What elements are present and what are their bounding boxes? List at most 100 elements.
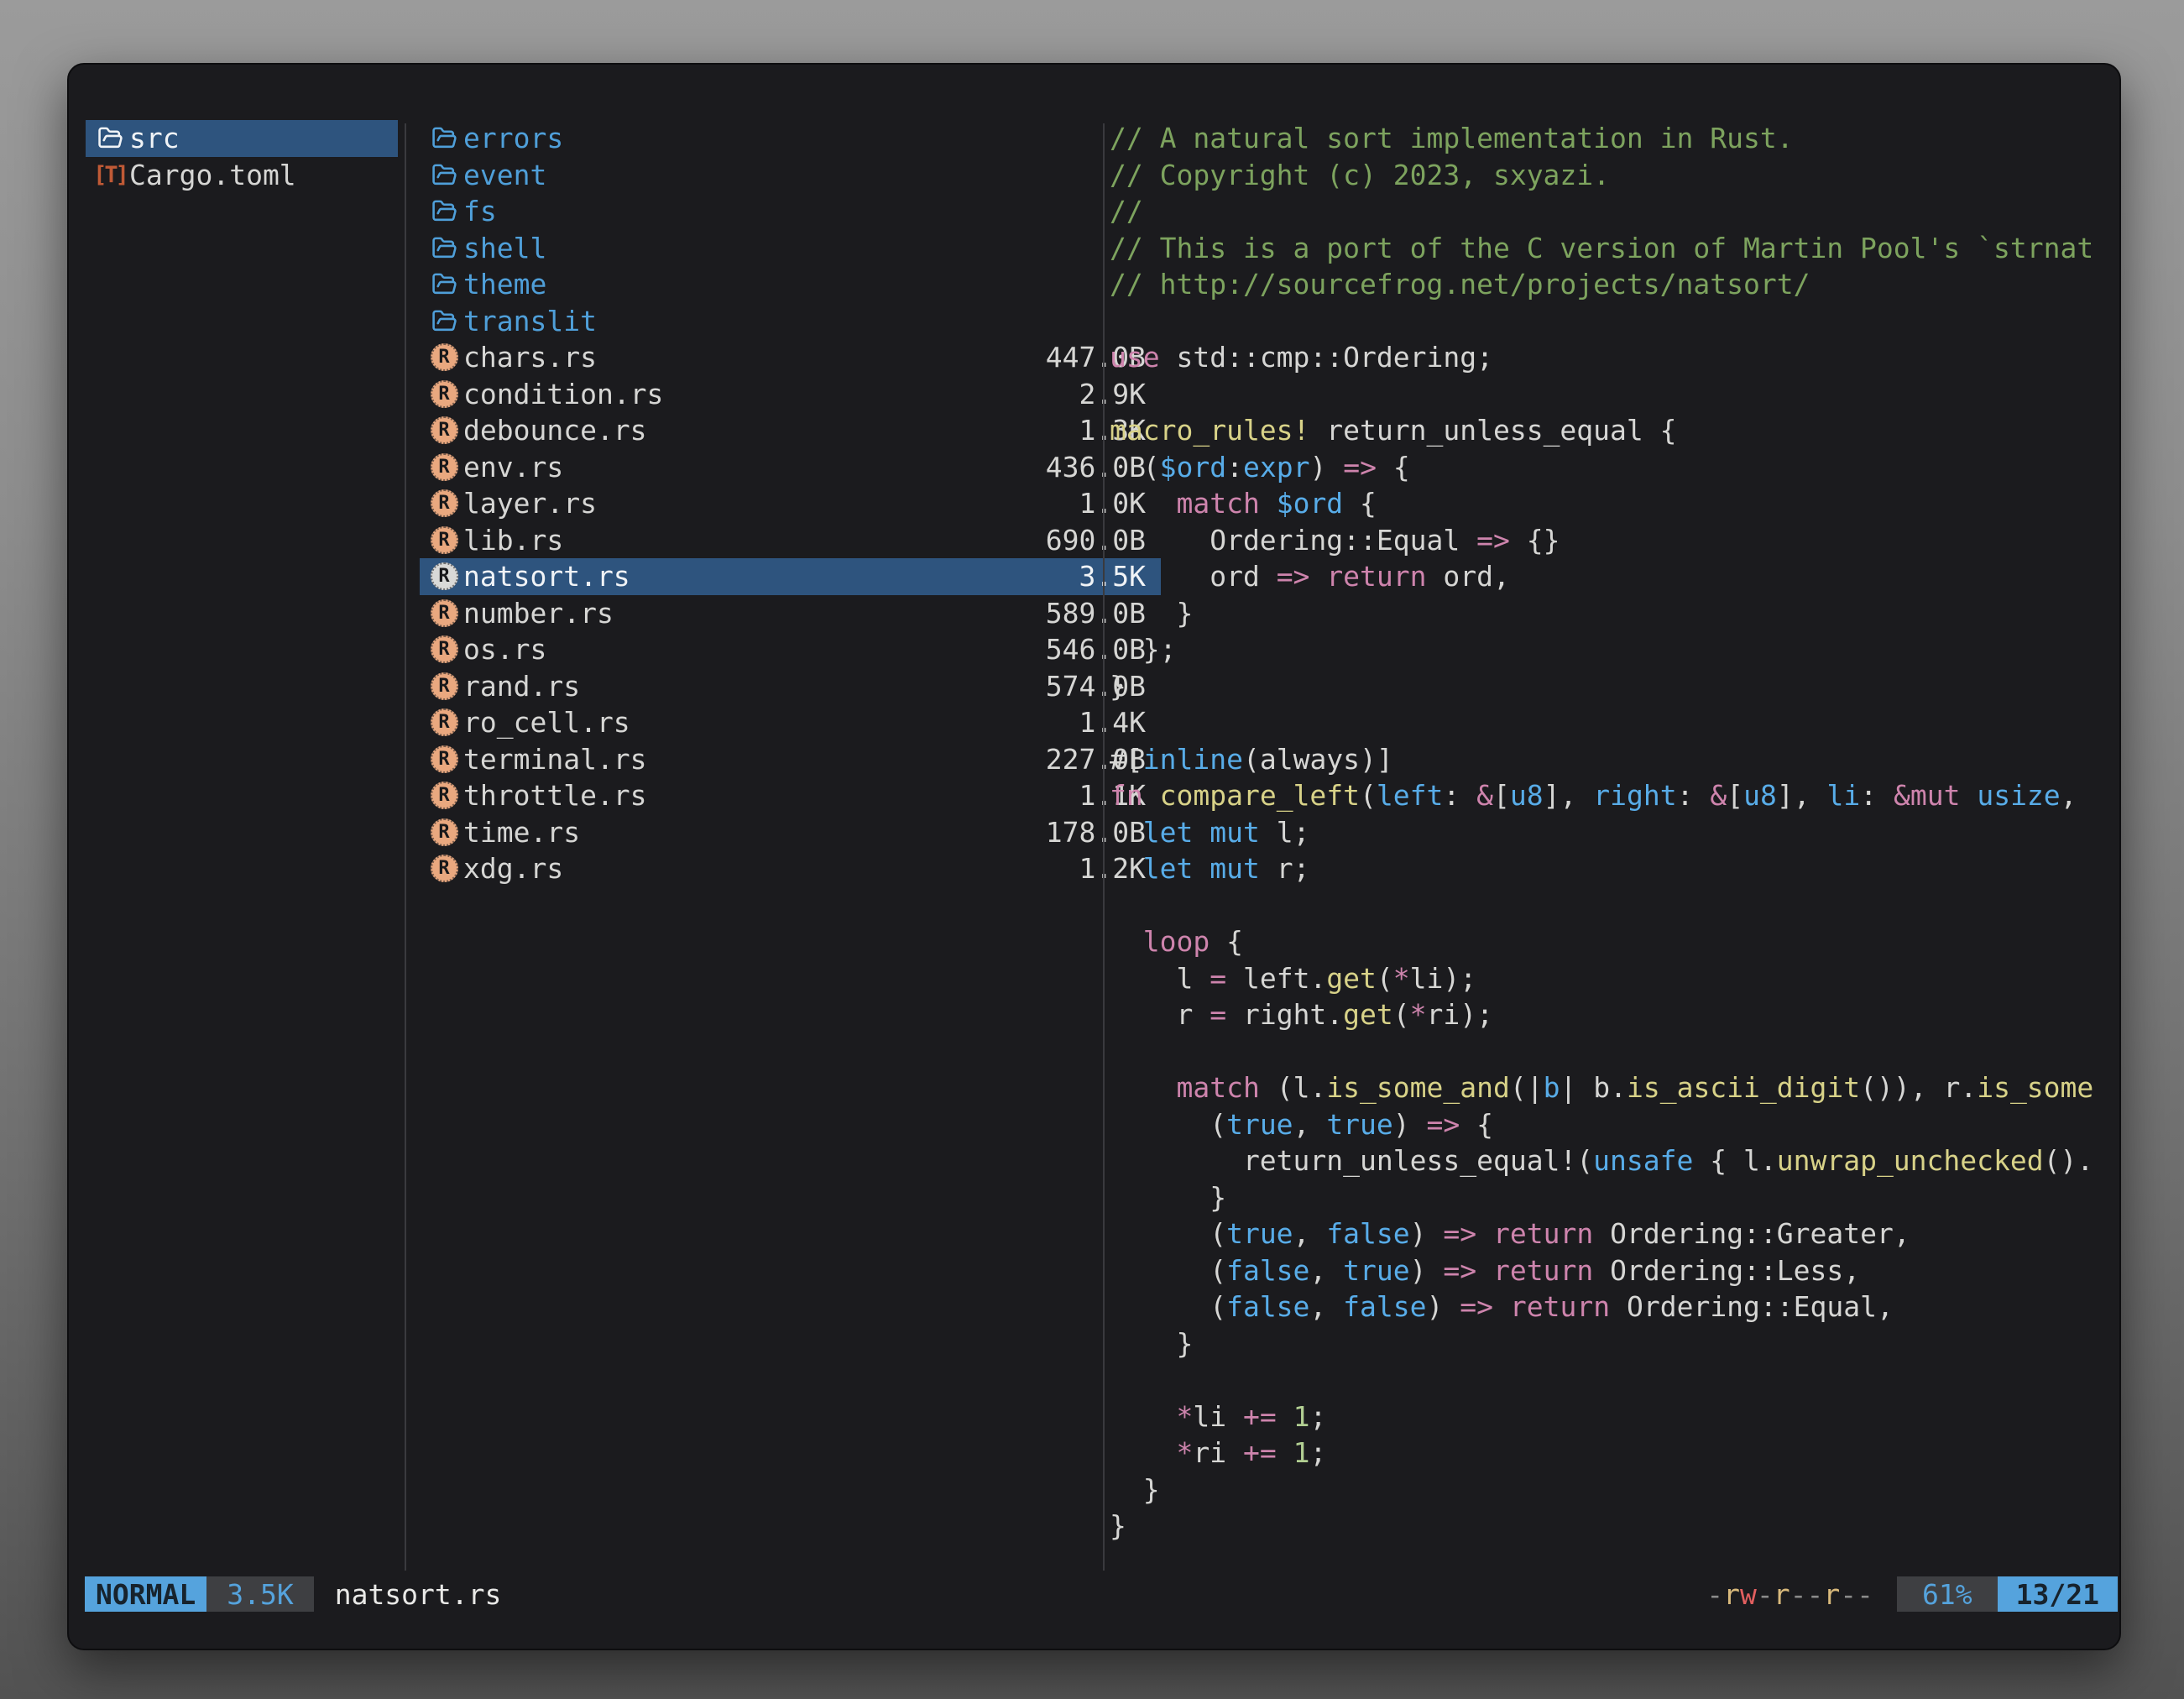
rust-file-icon: R (425, 672, 463, 700)
code-line: use std::cmp::Ordering; (1110, 339, 2105, 376)
file-name: xdg.rs (463, 852, 563, 885)
preview-percent-badge: 61% (1897, 1576, 1998, 1612)
file-row[interactable]: Ros.rs546.0B (420, 631, 1161, 668)
file-name: chars.rs (463, 341, 597, 374)
code-line: // A natural sort implementation in Rust… (1110, 120, 2105, 157)
code-line: Ordering::Equal => {} (1110, 522, 2105, 559)
folder-icon (425, 308, 463, 334)
rust-file-icon: R (425, 745, 463, 773)
file-name: layer.rs (463, 487, 597, 520)
terminal-window: src[T]Cargo.toml errorseventfs shell theme… (67, 63, 2121, 1650)
file-name: theme (463, 268, 546, 301)
rust-file-icon: R (425, 818, 463, 846)
file-row[interactable]: Rchars.rs447.0B (420, 339, 1161, 376)
toml-file-icon: [T] (91, 162, 129, 188)
file-row[interactable]: Rdebounce.rs1.3K (420, 412, 1161, 449)
file-row[interactable]: Renv.rs436.0B (420, 449, 1161, 486)
code-line: #[inline(always)] (1110, 741, 2105, 778)
code-line: // (1110, 193, 2105, 230)
panel-separator (1103, 123, 1105, 1571)
code-line (1110, 704, 2105, 741)
dir-row[interactable]: src (86, 120, 398, 157)
file-row[interactable]: Rlib.rs690.0B (420, 522, 1161, 559)
code-line: ord => return ord, (1110, 558, 2105, 595)
code-line (1110, 887, 2105, 924)
code-line: match (l.is_some_and(|b| b.is_ascii_digi… (1110, 1069, 2105, 1106)
file-preview-panel[interactable]: // A natural sort implementation in Rust… (1110, 120, 2105, 1552)
code-line (1110, 376, 2105, 413)
file-name: Cargo.toml (129, 159, 296, 191)
code-line: } (1110, 1472, 2105, 1508)
rust-file-icon: R (425, 782, 463, 809)
file-name: translit (463, 305, 597, 337)
code-line: macro_rules! return_unless_equal { (1110, 412, 2105, 449)
mode-badge: NORMAL (85, 1576, 206, 1612)
file-name: os.rs (463, 633, 546, 666)
code-line: return_unless_equal!(unsafe { l.unwrap_u… (1110, 1142, 2105, 1179)
rust-file-icon: R (425, 855, 463, 882)
code-line (1110, 1033, 2105, 1070)
folder-icon (425, 198, 463, 224)
code-line: // Copyright (c) 2023, sxyazi. (1110, 157, 2105, 194)
file-name: debounce.rs (463, 414, 647, 447)
code-line: let mut r; (1110, 850, 2105, 887)
dir-row[interactable]: event (420, 157, 1161, 194)
code-line: (true, true) => { (1110, 1106, 2105, 1143)
code-line: } (1110, 1179, 2105, 1216)
panel-separator (405, 123, 406, 1571)
file-row[interactable]: Rcondition.rs2.9K (420, 376, 1161, 413)
file-name: condition.rs (463, 378, 663, 410)
dir-row[interactable]: shell (420, 230, 1161, 267)
rust-file-icon: R (425, 708, 463, 736)
code-line: } (1110, 668, 2105, 705)
folder-icon (91, 125, 129, 151)
code-line: (false, false) => return Ordering::Equal… (1110, 1289, 2105, 1325)
file-name: shell (463, 232, 546, 264)
code-line: r = right.get(*ri); (1110, 996, 2105, 1033)
code-line: fn compare_left(left: &[u8], right: &[u8… (1110, 777, 2105, 814)
dir-row[interactable]: fs (420, 193, 1161, 230)
hovered-filename: natsort.rs (335, 1578, 502, 1611)
file-name: errors (463, 122, 563, 154)
file-row[interactable]: Rnumber.rs589.0B (420, 595, 1161, 632)
code-line: } (1110, 1325, 2105, 1362)
code-line: // This is a port of the C version of Ma… (1110, 230, 2105, 267)
selected-size-badge: 3.5K (206, 1576, 313, 1612)
permissions-text: -rw-r--r-- (1706, 1578, 1873, 1611)
dir-row[interactable]: translit (420, 303, 1161, 340)
file-row[interactable]: [T]Cargo.toml (86, 157, 398, 194)
dir-row[interactable]: errors (420, 120, 1161, 157)
dir-row[interactable]: theme (420, 266, 1161, 303)
folder-icon (425, 125, 463, 151)
file-name: throttle.rs (463, 779, 647, 812)
file-name: terminal.rs (463, 743, 647, 776)
cursor-position-badge: 13/21 (1998, 1576, 2118, 1612)
code-line: }; (1110, 631, 2105, 668)
file-row[interactable]: Rrand.rs574.0B (420, 668, 1161, 705)
rust-file-icon: R (425, 343, 463, 371)
code-line (1110, 1362, 2105, 1398)
folder-icon (425, 162, 463, 188)
file-row[interactable]: Rthrottle.rs1.1K (420, 777, 1161, 814)
file-row[interactable]: Rtime.rs178.0B (420, 814, 1161, 851)
file-row[interactable]: Rlayer.rs1.0K (420, 485, 1161, 522)
code-line: l = left.get(*li); (1110, 960, 2105, 997)
code-line: match $ord { (1110, 485, 2105, 522)
file-row[interactable]: Rxdg.rs1.2K (420, 850, 1161, 887)
file-name: src (129, 122, 180, 154)
file-name: number.rs (463, 597, 614, 630)
code-line: *ri += 1; (1110, 1435, 2105, 1472)
file-name: rand.rs (463, 670, 580, 703)
file-name: fs (463, 195, 497, 227)
code-line: // http://sourcefrog.net/projects/natsor… (1110, 266, 2105, 303)
code-line (1110, 303, 2105, 340)
file-name: ro_cell.rs (463, 706, 630, 739)
status-bar: NORMAL 3.5K natsort.rs -rw-r--r-- 61% 13… (85, 1576, 2118, 1612)
parent-directory-panel: src[T]Cargo.toml (86, 120, 398, 193)
file-row[interactable]: Rro_cell.rs1.4K (420, 704, 1161, 741)
code-line: loop { (1110, 923, 2105, 960)
file-row[interactable]: Rnatsort.rs3.5K (420, 558, 1161, 595)
rust-file-icon: R (425, 526, 463, 554)
file-row[interactable]: Rterminal.rs227.0B (420, 741, 1161, 778)
status-bar-right: -rw-r--r-- 61% 13/21 (1706, 1576, 2118, 1612)
